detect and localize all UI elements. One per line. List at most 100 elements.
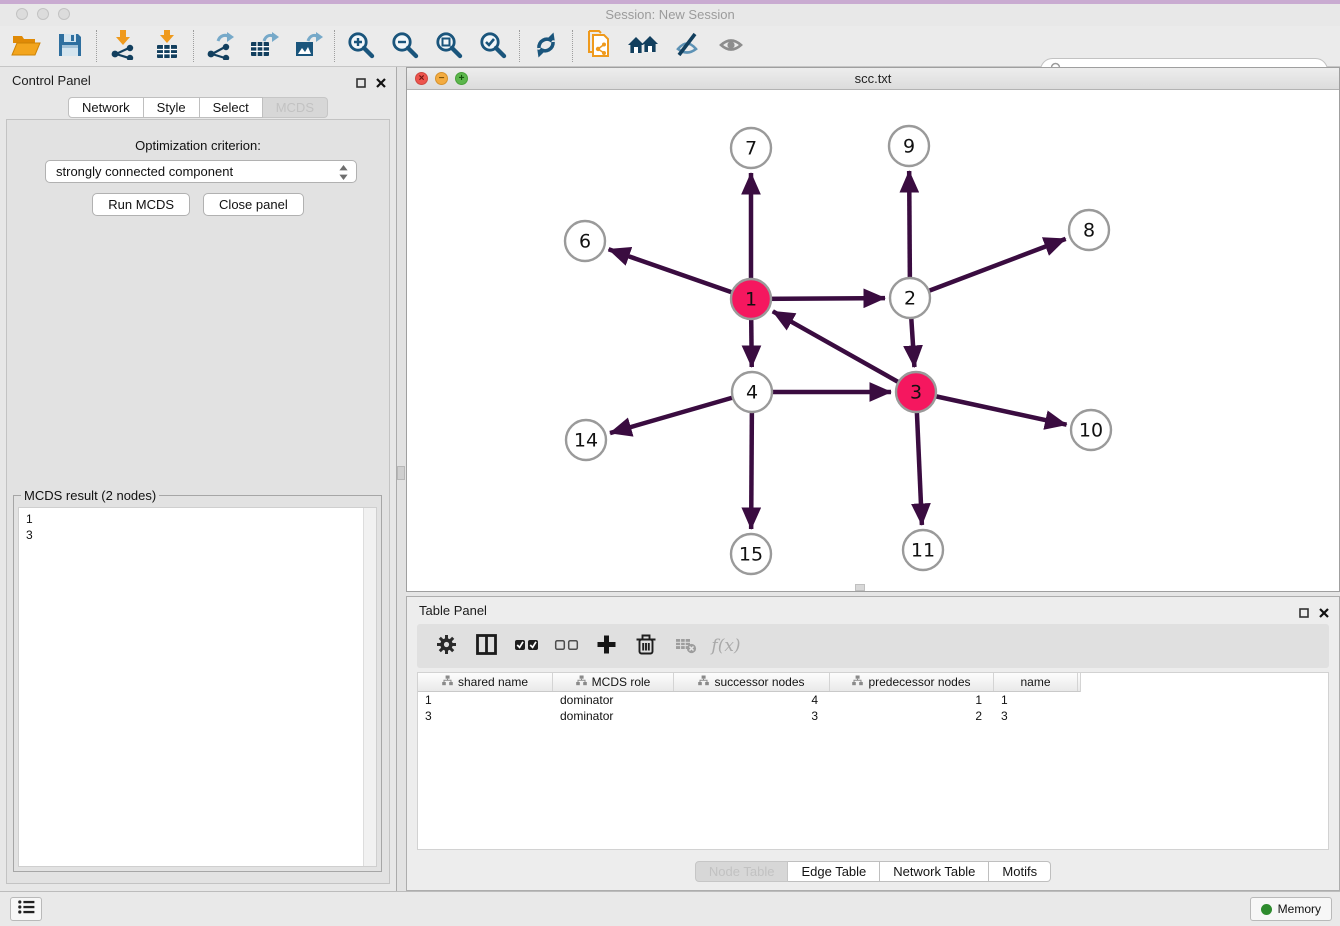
table-row[interactable]: 1dominator411 — [418, 692, 1328, 708]
zoom-fit-button[interactable] — [427, 28, 471, 64]
table-cell[interactable]: 3 — [674, 708, 830, 724]
table-cell[interactable]: dominator — [553, 692, 674, 708]
run-mcds-button[interactable]: Run MCDS — [92, 193, 190, 216]
table-cell[interactable]: dominator — [553, 708, 674, 724]
close-panel-button[interactable]: Close panel — [203, 193, 304, 216]
graph-edge-3-10[interactable] — [916, 392, 1067, 425]
attribute-settings-button[interactable] — [433, 633, 459, 659]
close-panel-icon[interactable] — [376, 75, 386, 93]
mcds-result-group: MCDS result (2 nodes) 13 — [13, 495, 382, 872]
table-cell[interactable]: 3 — [994, 708, 1078, 724]
hide-panel-button[interactable] — [665, 28, 709, 64]
task-history-button[interactable] — [10, 897, 42, 921]
graph-node-4[interactable]: 4 — [732, 372, 772, 412]
column-type-icon — [852, 675, 863, 689]
graph-node-15[interactable]: 15 — [731, 534, 771, 574]
graph-node-3[interactable]: 3 — [896, 372, 936, 412]
home-button[interactable] — [621, 28, 665, 64]
graph-node-6[interactable]: 6 — [565, 221, 605, 261]
add-column-button[interactable] — [593, 633, 619, 659]
column-header-shared-name[interactable]: shared name — [418, 673, 553, 691]
graph-node-1[interactable]: 1 — [731, 279, 771, 319]
close-window-button[interactable] — [16, 8, 28, 20]
open-file-button[interactable] — [4, 28, 48, 64]
control-tab-style[interactable]: Style — [144, 97, 200, 118]
export-table-button[interactable] — [242, 28, 286, 64]
zoom-selected-button[interactable] — [471, 28, 515, 64]
node-table: shared name MCDS role successor nodesprede… — [417, 672, 1329, 850]
table-tab-network-table[interactable]: Network Table — [880, 861, 989, 882]
zoom-out-button[interactable] — [383, 28, 427, 64]
table-tab-edge-table[interactable]: Edge Table — [788, 861, 880, 882]
export-table-icon — [249, 30, 279, 63]
graph-edge-3-1[interactable] — [773, 311, 916, 392]
network-maximize-button[interactable]: + — [455, 72, 468, 85]
delete-column-button[interactable] — [633, 633, 659, 659]
column-type-icon — [698, 675, 709, 689]
export-network-button[interactable] — [198, 28, 242, 64]
table-cell[interactable]: 1 — [994, 692, 1078, 708]
table-tab-node-table[interactable]: Node Table — [695, 861, 789, 882]
graph-node-9[interactable]: 9 — [889, 126, 929, 166]
table-cell[interactable]: 3 — [418, 708, 553, 724]
column-header-predecessor-nodes[interactable]: predecessor nodes — [830, 673, 994, 691]
select-all-button[interactable] — [513, 633, 539, 659]
delete-table-icon — [675, 635, 697, 657]
vertical-splitter[interactable] — [397, 67, 406, 891]
graph-node-8[interactable]: 8 — [1069, 210, 1109, 250]
minimize-window-button[interactable] — [37, 8, 49, 20]
zoom-in-button[interactable] — [339, 28, 383, 64]
export-image-button[interactable] — [286, 28, 330, 64]
graph-node-label: 2 — [904, 288, 916, 310]
graph-edge-1-6[interactable] — [609, 249, 751, 299]
memory-label: Memory — [1278, 902, 1321, 916]
column-visibility-button[interactable] — [473, 633, 499, 659]
network-close-button[interactable]: × — [415, 72, 428, 85]
control-panel-title: Control Panel — [12, 73, 91, 88]
splitter-handle[interactable] — [397, 466, 405, 480]
column-header-successor-nodes[interactable]: successor nodes — [674, 673, 830, 691]
column-header-name[interactable]: name — [994, 673, 1078, 691]
control-panel: Control Panel NetworkStyleSelectMCDS Opt… — [0, 67, 397, 891]
table-tab-motifs[interactable]: Motifs — [989, 861, 1051, 882]
table-cell[interactable]: 2 — [830, 708, 994, 724]
criterion-select[interactable]: strongly connected component — [45, 160, 357, 183]
result-scrollbar[interactable] — [363, 508, 376, 866]
show-panel-button[interactable] — [709, 28, 753, 64]
toolbar-separator — [572, 30, 573, 62]
mcds-result-textarea[interactable]: 13 — [18, 507, 377, 867]
control-tab-network[interactable]: Network — [68, 97, 144, 118]
deselect-all-button[interactable] — [553, 633, 579, 659]
control-tab-select[interactable]: Select — [200, 97, 263, 118]
network-overview-button[interactable] — [577, 28, 621, 64]
close-table-panel-icon[interactable] — [1319, 605, 1329, 623]
network-canvas[interactable]: 7 9 6 8 1 2 4 3 14 10 15 11 — [407, 90, 1339, 591]
float-panel-icon[interactable] — [356, 75, 366, 93]
network-minimize-button[interactable]: − — [435, 72, 448, 85]
graph-node-14[interactable]: 14 — [566, 420, 606, 460]
maximize-window-button[interactable] — [58, 8, 70, 20]
graph-node-label: 11 — [911, 540, 935, 562]
function-builder-icon: f(x) — [711, 636, 740, 656]
column-label: MCDS role — [592, 675, 651, 689]
table-cell[interactable]: 4 — [674, 692, 830, 708]
graph-node-7[interactable]: 7 — [731, 128, 771, 168]
graph-edge-4-14[interactable] — [610, 392, 752, 433]
column-header-mcds-role[interactable]: MCDS role — [553, 673, 674, 691]
graph-node-2[interactable]: 2 — [890, 278, 930, 318]
import-table-button[interactable] — [145, 28, 189, 64]
import-network-button[interactable] — [101, 28, 145, 64]
memory-button[interactable]: Memory — [1250, 897, 1332, 921]
graph-edge-2-8[interactable] — [910, 239, 1066, 298]
float-table-panel-icon[interactable] — [1299, 605, 1309, 623]
graph-node-11[interactable]: 11 — [903, 530, 943, 570]
canvas-bottom-handle[interactable] — [855, 584, 865, 591]
graph-node-10[interactable]: 10 — [1071, 410, 1111, 450]
network-view-titlebar: × − + scc.txt — [407, 68, 1339, 90]
table-cell[interactable]: 1 — [830, 692, 994, 708]
control-tab-mcds[interactable]: MCDS — [263, 97, 328, 118]
table-row[interactable]: 3dominator323 — [418, 708, 1328, 724]
apply-layout-button[interactable] — [524, 28, 568, 64]
save-session-button[interactable] — [48, 28, 92, 64]
table-cell[interactable]: 1 — [418, 692, 553, 708]
